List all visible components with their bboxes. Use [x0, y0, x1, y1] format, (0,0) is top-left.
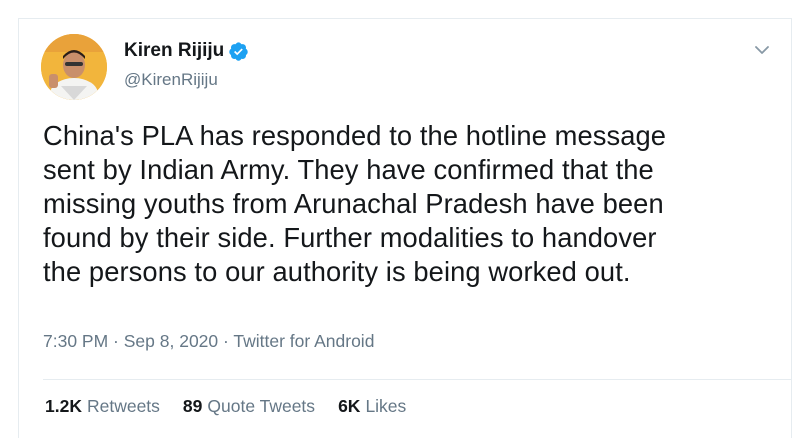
tweet-line: missing youths from Arunachal Pradesh ha… — [43, 188, 664, 219]
tweet-date[interactable]: Sep 8, 2020 — [124, 331, 218, 351]
retweets-label: Retweets — [86, 396, 160, 416]
tweet-source-link[interactable]: Twitter for Android — [233, 331, 374, 351]
tweet-time[interactable]: 7:30 PM — [43, 331, 108, 351]
author-handle[interactable]: @KirenRijiju — [124, 70, 218, 90]
retweets-count: 1.2K — [45, 396, 82, 416]
retweets-stat[interactable]: 1.2K Retweets — [45, 396, 160, 417]
likes-stat[interactable]: 6K Likes — [338, 396, 406, 417]
avatar[interactable] — [41, 34, 107, 100]
likes-count: 6K — [338, 396, 361, 416]
likes-label: Likes — [365, 396, 407, 416]
meta-separator: · — [108, 331, 124, 351]
tweet-line: China's PLA has responded to the hotline… — [43, 120, 667, 151]
avatar-image — [41, 34, 107, 100]
verified-badge-icon — [228, 41, 249, 62]
author-name-row[interactable]: Kiren Rijiju — [124, 40, 249, 62]
tweet-stats: 1.2K Retweets 89 Quote Tweets 6K Likes — [45, 396, 429, 417]
quote-tweets-stat[interactable]: 89 Quote Tweets — [183, 396, 315, 417]
meta-separator: · — [218, 331, 234, 351]
tweet-meta: 7:30 PM · Sep 8, 2020 · Twitter for Andr… — [43, 331, 374, 352]
quote-tweets-count: 89 — [182, 396, 203, 416]
tweet-line: found by their side. Further modalities … — [43, 222, 657, 253]
tweet-line: the persons to our authority is being wo… — [43, 256, 631, 287]
divider — [43, 379, 791, 380]
tweet-text: China's PLA has responded to the hotline… — [43, 119, 783, 289]
tweet-line: sent by Indian Army. They have confirmed… — [43, 154, 654, 185]
author-name[interactable]: Kiren Rijiju — [124, 40, 224, 62]
chevron-down-icon[interactable] — [753, 41, 771, 59]
tweet-card: Kiren Rijiju @KirenRijiju China's PLA ha… — [18, 18, 792, 438]
quote-tweets-label: Quote Tweets — [207, 396, 316, 416]
